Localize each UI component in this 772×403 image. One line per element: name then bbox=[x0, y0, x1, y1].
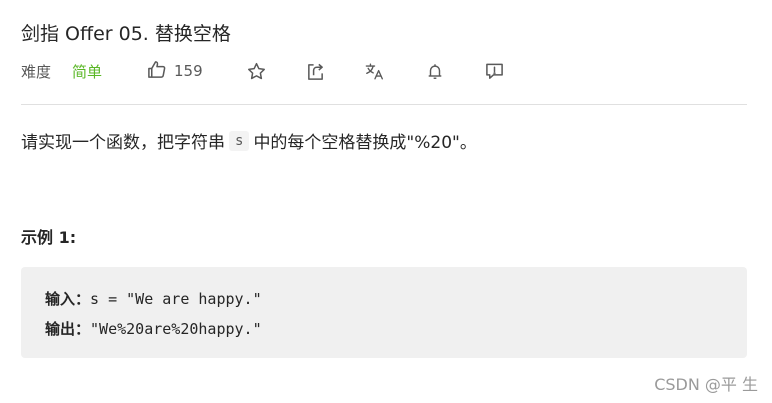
difficulty-value: 简单 bbox=[72, 62, 103, 81]
problem-meta-bar: 难度 简单 159 bbox=[21, 58, 761, 84]
example-input-line: 输入：s = "We are happy." bbox=[45, 284, 723, 315]
input-value: s = "We are happy." bbox=[90, 290, 262, 308]
problem-title: 剑指 Offer 05. 替换空格 bbox=[21, 23, 231, 45]
output-label: 输出： bbox=[45, 320, 91, 338]
feedback-icon bbox=[485, 62, 504, 81]
input-label: 输入： bbox=[45, 290, 91, 308]
example-code-block: 输入：s = "We are happy." 输出："We%20are%20ha… bbox=[21, 267, 747, 358]
watermark: CSDN @平 生 bbox=[654, 375, 758, 394]
share-icon bbox=[306, 62, 325, 81]
star-icon bbox=[247, 62, 266, 81]
divider bbox=[21, 104, 747, 105]
favorite-button[interactable] bbox=[243, 58, 269, 84]
bell-icon bbox=[426, 62, 444, 81]
like-button[interactable]: 159 bbox=[147, 58, 203, 84]
output-value: "We%20are%20happy." bbox=[90, 320, 262, 338]
subscribe-button[interactable] bbox=[422, 58, 448, 84]
inline-code: s bbox=[229, 130, 250, 151]
like-count: 159 bbox=[174, 62, 203, 80]
translate-button[interactable] bbox=[362, 58, 388, 84]
example-title: 示例 1: bbox=[21, 228, 77, 247]
description-text-after: 中的每个空格替换成"%20"。 bbox=[253, 133, 477, 153]
share-button[interactable] bbox=[302, 58, 328, 84]
translate-icon bbox=[365, 62, 385, 81]
description-text-before: 请实现一个函数，把字符串 bbox=[21, 133, 225, 153]
difficulty-label: 难度 bbox=[21, 62, 52, 81]
problem-description: 请实现一个函数，把字符串 s 中的每个空格替换成"%20"。 bbox=[21, 128, 477, 153]
feedback-button[interactable] bbox=[481, 58, 507, 84]
example-output-line: 输出："We%20are%20happy." bbox=[45, 314, 723, 345]
thumbs-up-icon bbox=[147, 60, 166, 83]
